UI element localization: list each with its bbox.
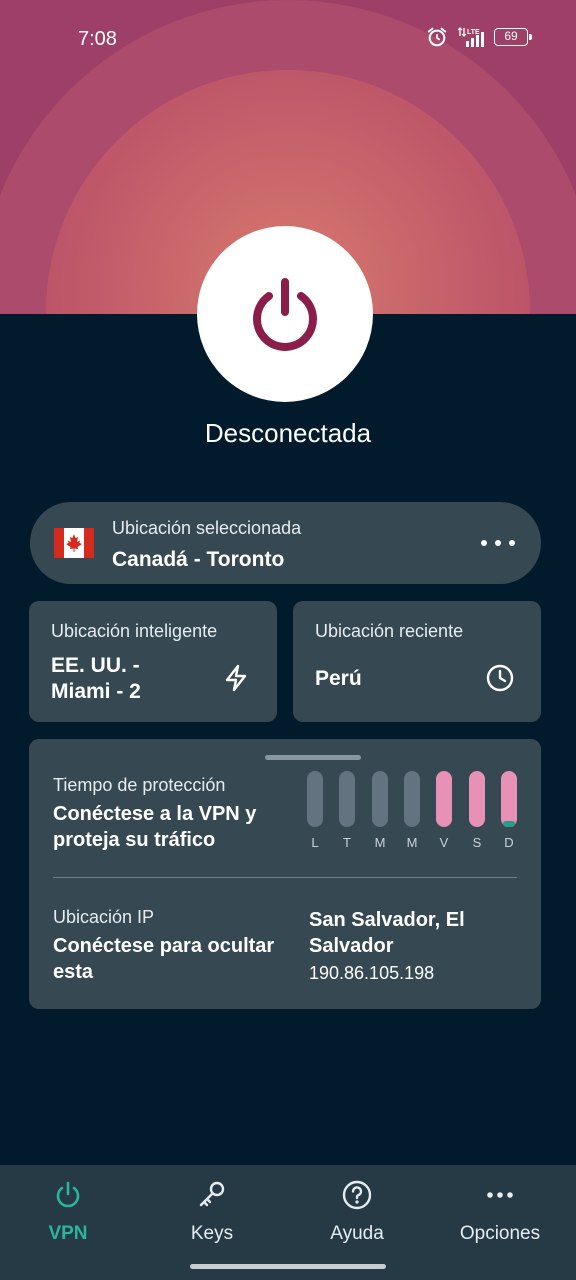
day-label: T [343, 835, 351, 850]
canada-flag-icon [54, 528, 94, 558]
home-indicator[interactable] [190, 1264, 386, 1269]
day-bar-track [469, 771, 485, 827]
nav-label-help: Ayuda [330, 1223, 384, 1244]
power-icon [253, 278, 317, 351]
recent-location-value: Perú [315, 667, 362, 690]
day-label: M [406, 835, 418, 850]
day-bar-3: M [404, 771, 420, 851]
nav-item-options[interactable]: Opciones [440, 1179, 560, 1259]
ip-city: San Salvador, El Salvador [309, 909, 465, 957]
connection-status: Desconectada [204, 418, 372, 448]
clock-icon [486, 664, 514, 692]
more-horizontal-icon[interactable] [481, 532, 515, 554]
protection-panel: Tiempo de protección Conéctese a la VPN … [29, 739, 541, 1009]
day-bar-2: M [372, 771, 388, 851]
weekly-protection-chart: LTMMVSD [307, 771, 519, 851]
smart-location-card[interactable]: Ubicación inteligente EE. UU. - Miami - … [29, 601, 277, 722]
recent-location-card[interactable]: Ubicación reciente Perú [293, 601, 541, 722]
signal-icon: LTE [458, 27, 484, 47]
nav-label-vpn: VPN [48, 1223, 88, 1244]
more-horizontal-icon [487, 1192, 513, 1198]
day-bar-4: V [436, 771, 452, 851]
smart-location-label: Ubicación inteligente [51, 621, 218, 641]
nav-item-help[interactable]: Ayuda [297, 1179, 417, 1259]
day-bar-track [436, 771, 452, 827]
day-bar-track [372, 771, 388, 827]
divider [53, 877, 517, 878]
power-icon [56, 1181, 80, 1208]
nav-item-keys[interactable]: Keys [152, 1179, 272, 1259]
day-bar-1: T [339, 771, 355, 851]
selected-location-label: Ubicación seleccionada [112, 518, 302, 538]
dot [509, 540, 515, 546]
day-label: D [504, 835, 514, 850]
day-label: L [311, 835, 319, 850]
lightning-icon [225, 664, 247, 692]
status-time: 7:08 [78, 28, 117, 50]
network-type-label: LTE [467, 29, 480, 36]
dot [495, 540, 501, 546]
day-label: V [439, 835, 449, 850]
ip-address: 190.86.105.198 [309, 963, 435, 983]
vpn-home-screen: 7:08 LTE 69 Desconectada Ubicación selec… [0, 0, 576, 1280]
protection-time-label: Tiempo de protección [53, 775, 226, 795]
day-label: M [374, 835, 386, 850]
recent-location-label: Ubicación reciente [315, 621, 464, 641]
connect-power-button[interactable] [197, 226, 373, 402]
status-icons: LTE 69 [426, 26, 532, 48]
alarm-icon [427, 27, 447, 47]
panel-drag-handle[interactable] [265, 755, 361, 760]
help-icon [342, 1180, 372, 1210]
nav-label-keys: Keys [190, 1223, 234, 1244]
status-bar: 7:08 LTE 69 [0, 0, 576, 78]
smart-location-value: EE. UU. - Miami - 2 [51, 654, 141, 703]
day-bar-fill [503, 821, 515, 827]
ip-location-label: Ubicación IP [53, 907, 155, 927]
selected-location-card[interactable]: Ubicación seleccionada Canadá - Toronto [30, 502, 541, 584]
day-bar-6: D [501, 771, 517, 851]
dot [481, 540, 487, 546]
key-icon [199, 1181, 225, 1207]
day-bar-track [307, 771, 323, 827]
day-label: S [472, 835, 482, 850]
day-bar-track [339, 771, 355, 827]
nav-item-vpn[interactable]: VPN [8, 1179, 128, 1259]
ip-location-value: Conéctese para ocultar esta [53, 935, 275, 983]
day-bar-0: L [307, 771, 323, 851]
day-bar-5: S [469, 771, 485, 851]
day-bar-track [404, 771, 420, 827]
battery-icon: 69 [494, 28, 532, 46]
selected-location-value: Canadá - Toronto [112, 548, 285, 571]
day-bar-track [501, 771, 517, 827]
bottom-navigation: VPN Keys Ayuda Opciones [0, 1165, 576, 1280]
nav-label-options: Opciones [459, 1223, 541, 1244]
protection-time-value: Conéctese a la VPN y proteja su tráfico [53, 803, 257, 851]
